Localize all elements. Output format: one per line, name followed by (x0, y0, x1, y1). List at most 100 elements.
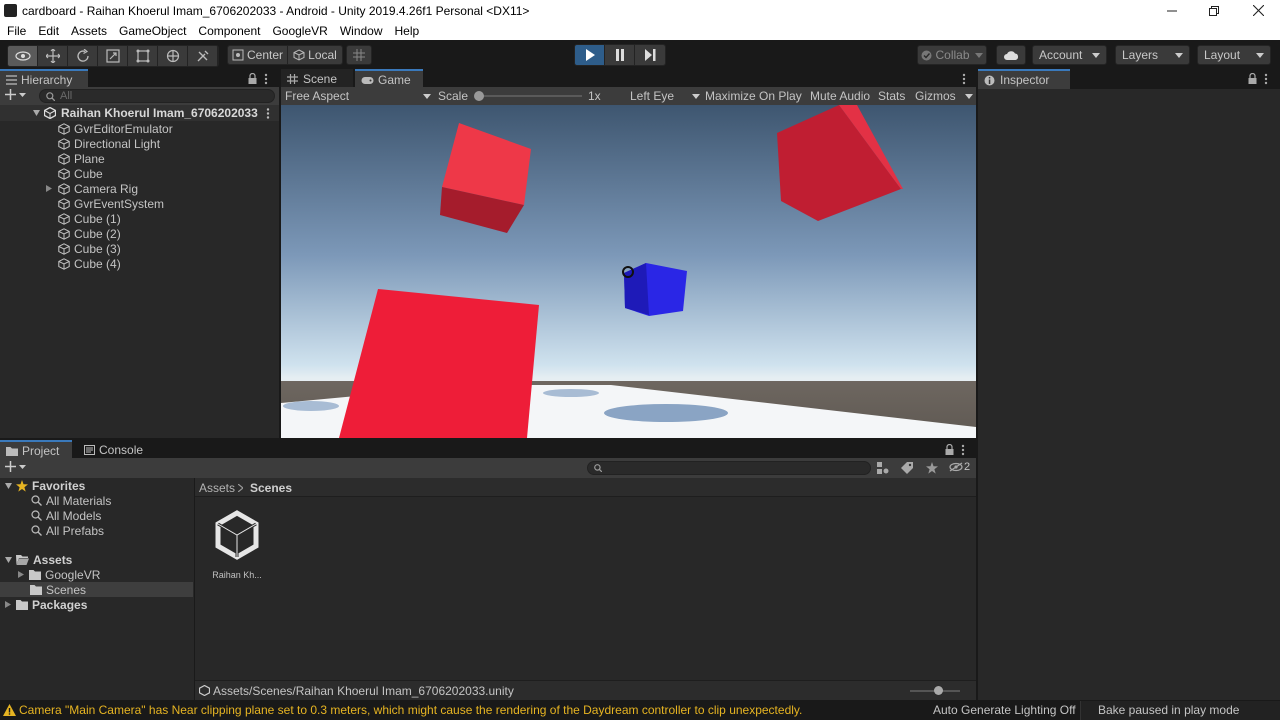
create-button[interactable] (5, 89, 26, 100)
collapsed-arrow-icon[interactable] (46, 185, 52, 192)
pivot-center-button[interactable]: Center (228, 46, 288, 64)
asset-folder-scenes[interactable]: Scenes (30, 582, 86, 597)
scale-tool-icon[interactable] (98, 46, 128, 66)
search-by-type-icon[interactable] (877, 462, 889, 474)
maximize-on-play-toggle[interactable]: Maximize On Play (705, 89, 802, 103)
kebab-menu-icon[interactable] (1264, 73, 1268, 85)
star-icon[interactable] (926, 462, 938, 474)
hidden-packages-toggle[interactable]: 2 (949, 461, 970, 473)
lock-icon[interactable] (248, 73, 257, 84)
icon-size-slider-thumb[interactable] (934, 686, 943, 695)
restore-icon[interactable] (1192, 0, 1236, 21)
menu-assets[interactable]: Assets (71, 24, 107, 38)
view-tool-icon[interactable] (8, 46, 38, 66)
menu-file[interactable]: File (7, 24, 26, 38)
menu-window[interactable]: Window (340, 24, 383, 38)
tab-scene[interactable]: Scene (281, 69, 353, 89)
hidden-count: 2 (964, 461, 971, 473)
project-search-input[interactable] (587, 461, 871, 475)
scene-asset[interactable]: Raihan Kh... (207, 507, 267, 585)
favorite-item[interactable]: All Prefabs (31, 523, 104, 538)
account-dropdown[interactable]: Account (1032, 45, 1107, 65)
pivot-local-button[interactable]: Local (288, 46, 342, 64)
breadcrumb-scenes[interactable]: Scenes (250, 481, 292, 495)
assets-folder[interactable]: Assets (5, 552, 72, 567)
breadcrumb-assets[interactable]: Assets (199, 481, 235, 495)
gizmos-dropdown[interactable]: Gizmos (915, 89, 973, 103)
favorite-item[interactable]: All Materials (31, 493, 111, 508)
hierarchy-search-input[interactable]: All (39, 89, 275, 103)
hierarchy-item[interactable]: Cube (3) (44, 241, 121, 256)
step-icon (645, 49, 656, 61)
menu-bar: File Edit Assets GameObject Component Go… (0, 21, 1280, 40)
label-tag-icon[interactable] (901, 462, 913, 474)
tab-console[interactable]: Console (78, 440, 154, 460)
hierarchy-search-placeholder: All (60, 90, 73, 102)
project-create-button[interactable] (5, 461, 26, 472)
minimize-icon[interactable] (1150, 0, 1194, 21)
cloud-button[interactable] (996, 45, 1026, 65)
rect-tool-icon[interactable] (128, 46, 158, 66)
move-tool-icon[interactable] (38, 46, 68, 66)
menu-googlevr[interactable]: GoogleVR (272, 24, 327, 38)
close-icon[interactable] (1236, 0, 1280, 21)
menu-help[interactable]: Help (395, 24, 420, 38)
layers-dropdown[interactable]: Layers (1115, 45, 1190, 65)
mute-audio-toggle[interactable]: Mute Audio (810, 89, 870, 103)
tab-inspector[interactable]: Inspector (978, 69, 1070, 89)
scene-row[interactable]: Raihan Khoerul Imam_6706202033 (0, 105, 279, 121)
hierarchy-item[interactable]: Cube (2) (44, 226, 121, 241)
favorite-label: All Prefabs (46, 523, 105, 538)
tab-project[interactable]: Project (0, 440, 72, 460)
splitter[interactable] (194, 478, 195, 700)
tab-game[interactable]: Game (355, 69, 423, 89)
kebab-menu-icon[interactable] (264, 73, 268, 85)
layout-dropdown[interactable]: Layout (1197, 45, 1271, 65)
menu-component[interactable]: Component (198, 24, 260, 38)
hierarchy-item[interactable]: GvrEditorEmulator (44, 121, 173, 136)
tab-hierarchy[interactable]: Hierarchy (0, 69, 88, 89)
game-viewport[interactable] (281, 105, 976, 438)
menu-edit[interactable]: Edit (38, 24, 59, 38)
kebab-menu-icon[interactable] (266, 108, 270, 119)
favorites-folder[interactable]: Favorites (5, 478, 85, 493)
stats-toggle[interactable]: Stats (878, 89, 905, 103)
custom-tools-icon[interactable] (188, 46, 218, 66)
kebab-menu-icon[interactable] (962, 73, 966, 85)
step-button[interactable] (635, 45, 665, 65)
collab-label: Collab (935, 48, 970, 62)
eye-dropdown[interactable]: Left Eye (630, 89, 700, 103)
tab-project-label: Project (22, 444, 60, 458)
pivot-center-label: Center (246, 48, 284, 62)
hierarchy-item[interactable]: Plane (44, 151, 105, 166)
hierarchy-item[interactable]: Camera Rig (44, 181, 138, 196)
kebab-menu-icon[interactable] (961, 444, 965, 456)
hierarchy-item[interactable]: Cube (44, 166, 103, 181)
grid-icon (287, 74, 298, 84)
hierarchy-item[interactable]: Directional Light (44, 136, 160, 151)
collab-button[interactable]: Collab (917, 45, 987, 65)
asset-folder-googlevr[interactable]: GoogleVR (18, 567, 100, 582)
hierarchy-item[interactable]: Cube (1) (44, 211, 121, 226)
chevron-down-icon (1256, 52, 1264, 58)
packages-folder[interactable]: Packages (5, 597, 87, 612)
pause-icon (615, 49, 624, 61)
scale-value: 1x (588, 89, 601, 103)
pause-button[interactable] (605, 45, 635, 65)
play-button[interactable] (575, 45, 605, 65)
lock-icon[interactable] (945, 444, 954, 455)
transform-tool-icon[interactable] (158, 46, 188, 66)
hierarchy-item-label: Camera Rig (74, 181, 139, 196)
grid-snap-icon[interactable] (346, 45, 372, 65)
scale-slider-track[interactable] (476, 95, 582, 97)
hierarchy-item[interactable]: GvrEventSystem (44, 196, 164, 211)
hierarchy-item[interactable]: Cube (4) (44, 256, 121, 271)
status-warning[interactable]: Camera "Main Camera" has Near clipping p… (19, 703, 802, 717)
unity-app-icon (4, 4, 17, 17)
menu-gameobject[interactable]: GameObject (119, 24, 186, 38)
scale-slider-thumb[interactable] (474, 91, 484, 101)
lock-icon[interactable] (1248, 73, 1257, 84)
rotate-tool-icon[interactable] (68, 46, 98, 66)
aspect-dropdown[interactable]: Free Aspect (285, 89, 431, 103)
favorite-item[interactable]: All Models (31, 508, 101, 523)
